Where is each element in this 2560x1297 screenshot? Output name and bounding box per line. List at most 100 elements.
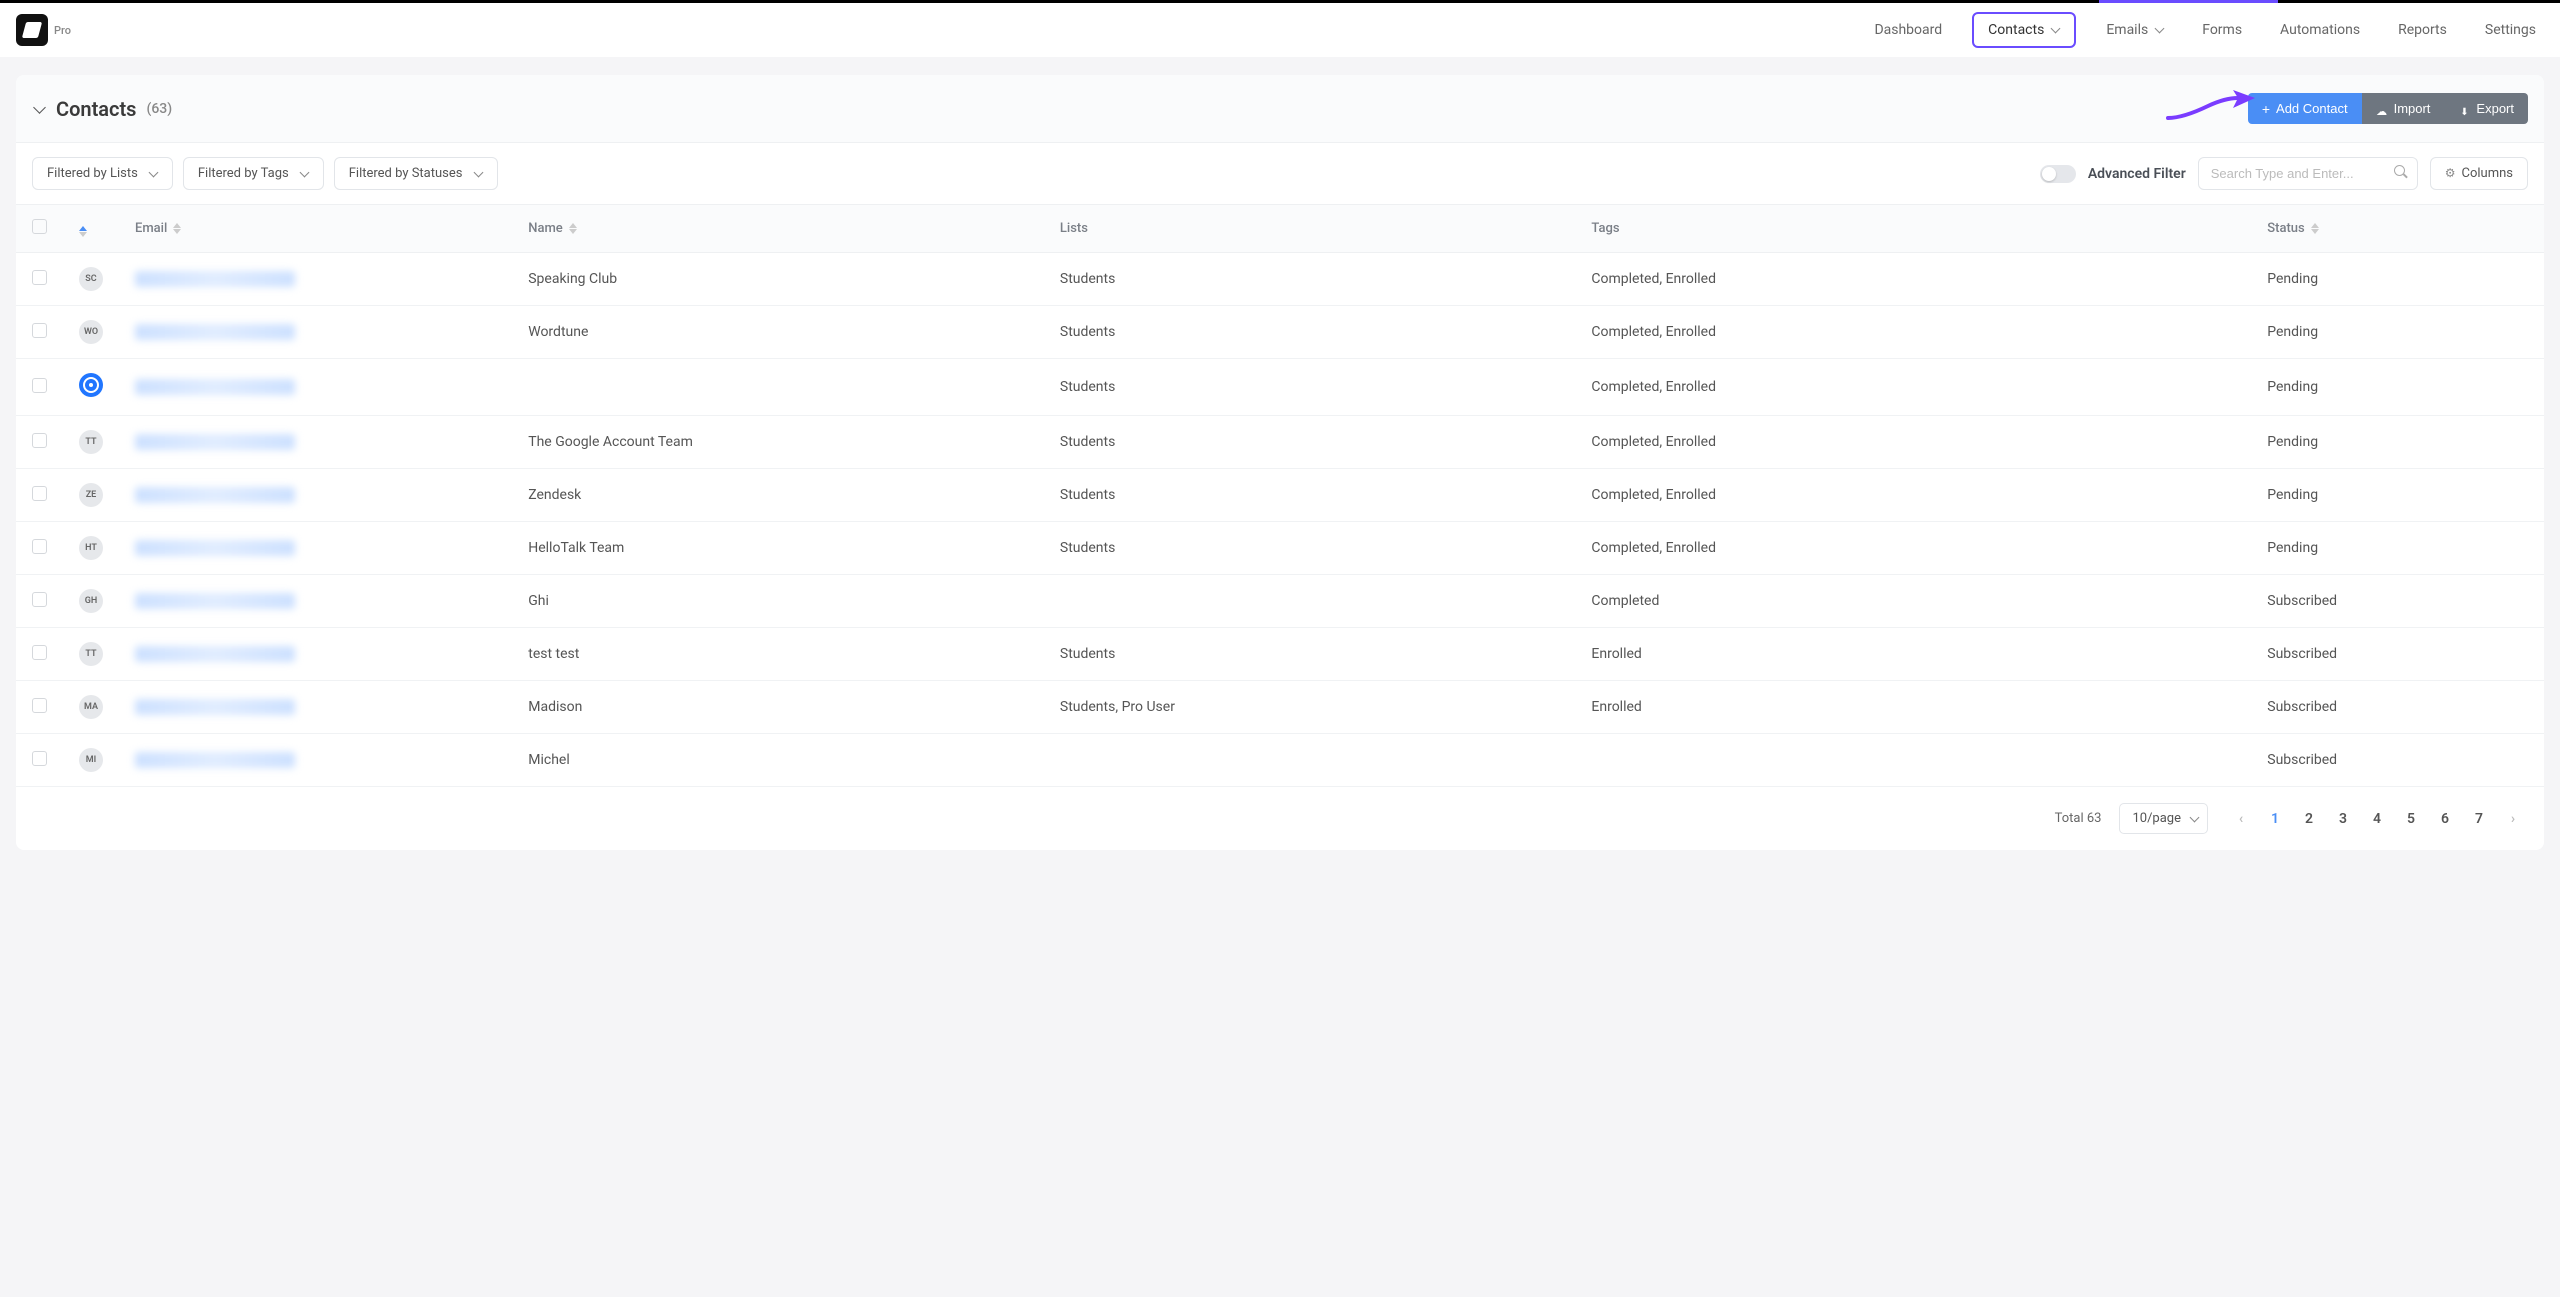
chevron-down-icon bbox=[2189, 814, 2199, 824]
row-checkbox[interactable] bbox=[32, 751, 47, 766]
table-row[interactable]: GHGhiCompletedSubscribed bbox=[16, 575, 2544, 628]
cell-name: Ghi bbox=[512, 575, 1044, 628]
avatar: MA bbox=[79, 695, 103, 719]
page-1[interactable]: 1 bbox=[2260, 804, 2290, 834]
page-7[interactable]: 7 bbox=[2464, 804, 2494, 834]
nav-forms[interactable]: Forms bbox=[2194, 12, 2250, 48]
sort-name[interactable] bbox=[569, 223, 577, 234]
col-email-label[interactable]: Email bbox=[135, 221, 167, 236]
table-row[interactable]: TTThe Google Account TeamStudentsComplet… bbox=[16, 416, 2544, 469]
nav-settings[interactable]: Settings bbox=[2477, 12, 2544, 48]
email-blurred[interactable] bbox=[135, 752, 295, 768]
page-2[interactable]: 2 bbox=[2294, 804, 2324, 834]
nav-automations[interactable]: Automations bbox=[2272, 12, 2368, 48]
avatar: SC bbox=[79, 267, 103, 291]
row-checkbox[interactable] bbox=[32, 378, 47, 393]
table-row[interactable]: MIMichelSubscribed bbox=[16, 734, 2544, 787]
row-checkbox[interactable] bbox=[32, 486, 47, 501]
cell-status: Pending bbox=[2251, 306, 2544, 359]
row-checkbox[interactable] bbox=[32, 323, 47, 338]
cell-name: Speaking Club bbox=[512, 253, 1044, 306]
filter-statuses[interactable]: Filtered by Statuses bbox=[334, 157, 498, 190]
cell-status: Subscribed bbox=[2251, 575, 2544, 628]
table-row[interactable]: MAMadisonStudents, Pro UserEnrolledSubsc… bbox=[16, 681, 2544, 734]
sort-email[interactable] bbox=[173, 223, 181, 234]
cell-name: Zendesk bbox=[512, 469, 1044, 522]
page-3[interactable]: 3 bbox=[2328, 804, 2358, 834]
email-blurred[interactable] bbox=[135, 434, 295, 450]
page-size-select[interactable]: 10/page bbox=[2119, 803, 2208, 834]
page-next[interactable]: › bbox=[2498, 804, 2528, 834]
filter-tags[interactable]: Filtered by Tags bbox=[183, 157, 324, 190]
cell-lists: Students bbox=[1044, 416, 1576, 469]
nav-contacts[interactable]: Contacts bbox=[1972, 12, 2076, 48]
avatar: HT bbox=[79, 536, 103, 560]
row-checkbox[interactable] bbox=[32, 433, 47, 448]
nav-dashboard[interactable]: Dashboard bbox=[1866, 12, 1950, 48]
row-checkbox[interactable] bbox=[32, 270, 47, 285]
table-row[interactable]: TTtest testStudentsEnrolledSubscribed bbox=[16, 628, 2544, 681]
email-blurred[interactable] bbox=[135, 593, 295, 609]
cell-lists: Students bbox=[1044, 522, 1576, 575]
email-blurred[interactable] bbox=[135, 324, 295, 340]
cell-tags: Completed, Enrolled bbox=[1575, 253, 2251, 306]
card-header: Contacts (63) + Add Contact Import bbox=[16, 75, 2544, 143]
cell-name: HelloTalk Team bbox=[512, 522, 1044, 575]
cell-lists: Students bbox=[1044, 628, 1576, 681]
cell-status: Pending bbox=[2251, 416, 2544, 469]
email-blurred[interactable] bbox=[135, 699, 295, 715]
advanced-filter-toggle[interactable] bbox=[2040, 165, 2076, 183]
table-row[interactable]: StudentsCompleted, EnrolledPending bbox=[16, 359, 2544, 416]
row-checkbox[interactable] bbox=[32, 592, 47, 607]
chevron-down-icon bbox=[2154, 25, 2164, 35]
total-label: Total 63 bbox=[2055, 811, 2102, 826]
col-status-label[interactable]: Status bbox=[2267, 221, 2304, 236]
sort-status[interactable] bbox=[2311, 223, 2319, 234]
cell-tags: Enrolled bbox=[1575, 628, 2251, 681]
col-lists-label: Lists bbox=[1060, 221, 1088, 236]
add-contact-button[interactable]: + Add Contact bbox=[2248, 93, 2362, 124]
cell-tags: Completed, Enrolled bbox=[1575, 522, 2251, 575]
cell-name bbox=[512, 359, 1044, 416]
export-button[interactable]: Export bbox=[2444, 93, 2528, 124]
table-row[interactable]: SCSpeaking ClubStudentsCompleted, Enroll… bbox=[16, 253, 2544, 306]
sort-default[interactable] bbox=[79, 226, 87, 237]
cell-lists bbox=[1044, 734, 1576, 787]
import-button[interactable]: Import bbox=[2362, 93, 2445, 124]
search-input[interactable] bbox=[2198, 157, 2418, 190]
app-logo[interactable] bbox=[16, 14, 48, 46]
nav-emails[interactable]: Emails bbox=[2098, 12, 2172, 48]
page-4[interactable]: 4 bbox=[2362, 804, 2392, 834]
chevron-down-icon bbox=[299, 169, 309, 179]
collapse-icon[interactable] bbox=[32, 102, 46, 116]
cell-status: Pending bbox=[2251, 522, 2544, 575]
row-checkbox[interactable] bbox=[32, 645, 47, 660]
cell-lists bbox=[1044, 575, 1576, 628]
nav-reports[interactable]: Reports bbox=[2390, 12, 2455, 48]
row-checkbox[interactable] bbox=[32, 539, 47, 554]
email-blurred[interactable] bbox=[135, 379, 295, 395]
cell-tags bbox=[1575, 734, 2251, 787]
table-row[interactable]: WOWordtuneStudentsCompleted, EnrolledPen… bbox=[16, 306, 2544, 359]
page-prev[interactable]: ‹ bbox=[2226, 804, 2256, 834]
cell-status: Subscribed bbox=[2251, 628, 2544, 681]
cell-status: Pending bbox=[2251, 469, 2544, 522]
email-blurred[interactable] bbox=[135, 540, 295, 556]
page-6[interactable]: 6 bbox=[2430, 804, 2460, 834]
filter-lists[interactable]: Filtered by Lists bbox=[32, 157, 173, 190]
columns-button[interactable]: Columns bbox=[2430, 157, 2528, 190]
select-all-checkbox[interactable] bbox=[32, 219, 47, 234]
email-blurred[interactable] bbox=[135, 487, 295, 503]
table-footer: Total 63 10/page ‹ 1234567 › bbox=[16, 787, 2544, 850]
page-5[interactable]: 5 bbox=[2396, 804, 2426, 834]
email-blurred[interactable] bbox=[135, 271, 295, 287]
cell-status: Pending bbox=[2251, 359, 2544, 416]
avatar: ZE bbox=[79, 483, 103, 507]
row-checkbox[interactable] bbox=[32, 698, 47, 713]
email-blurred[interactable] bbox=[135, 646, 295, 662]
cell-lists: Students bbox=[1044, 469, 1576, 522]
table-row[interactable]: ZEZendeskStudentsCompleted, EnrolledPend… bbox=[16, 469, 2544, 522]
advanced-filter-label: Advanced Filter bbox=[2088, 166, 2186, 182]
table-row[interactable]: HT HelloTalk TeamStudentsCompleted, Enrol… bbox=[16, 522, 2544, 575]
col-name-label[interactable]: Name bbox=[528, 221, 563, 236]
